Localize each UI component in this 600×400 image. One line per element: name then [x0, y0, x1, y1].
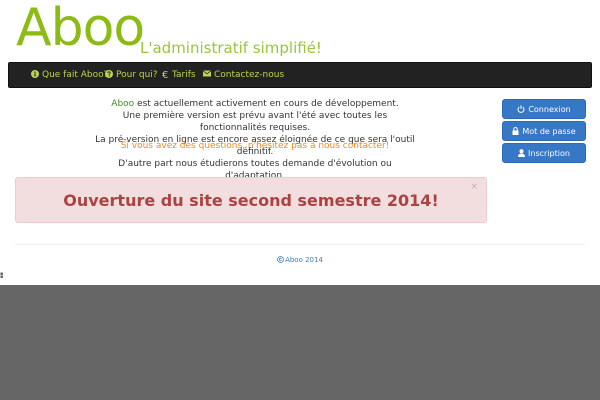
user-icon [518, 149, 526, 157]
info-icon [31, 70, 39, 78]
inscription-button[interactable]: Inscription [502, 143, 586, 163]
nav-item-pour-qui[interactable]: Pour qui? [105, 63, 158, 87]
nav-item-label: Pour qui? [116, 70, 158, 80]
navbar: Que fait Aboo? Pour qui? € Tarifs Contact… [8, 62, 592, 88]
euro-icon: € [162, 70, 169, 81]
contact-link[interactable]: Si vous avez des questions, n'hésitez pa… [95, 140, 415, 152]
contact-paragraph: Si vous avez des questions, n'hésitez pa… [95, 140, 415, 152]
footer: Aboo 2014 [0, 255, 600, 265]
nav-item-tarifs[interactable]: € Tarifs [162, 63, 196, 87]
intro-line-2: Une première version est prévu avant l'é… [122, 111, 388, 133]
inscription-label: Inscription [528, 149, 570, 158]
opening-alert: Ouverture du site second semestre 2014! … [15, 177, 487, 223]
footer-divider [15, 244, 585, 245]
logo[interactable]: Aboo [16, 0, 145, 58]
resize-handle-icon[interactable]: ▪ ▪ [0, 272, 4, 280]
header: Aboo L'administratif simplifié! [0, 0, 600, 62]
footer-copyright[interactable]: Aboo 2014 [285, 256, 323, 264]
envelope-icon [203, 70, 211, 78]
mot-de-passe-label: Mot de passe [522, 127, 576, 136]
copyright-icon [277, 256, 284, 263]
connexion-button[interactable]: Connexion [502, 99, 586, 119]
lock-icon [512, 127, 519, 135]
connexion-label: Connexion [528, 105, 571, 114]
lower-gray-area [0, 285, 600, 400]
question-icon [105, 70, 113, 78]
nav-item-que-fait-aboo[interactable]: Que fait Aboo? [31, 63, 108, 87]
alert-message: Ouverture du site second semestre 2014! [63, 191, 439, 210]
brand-name: Aboo [111, 99, 135, 109]
nav-item-contactez-nous[interactable]: Contactez-nous [203, 63, 284, 87]
nav-item-label: Que fait Aboo? [42, 70, 109, 80]
nav-item-label: Tarifs [172, 70, 196, 80]
tagline: L'administratif simplifié! [140, 39, 322, 57]
alert-close-button[interactable]: × [470, 182, 478, 192]
intro-line-1-text: est actuellement activement en cours de … [134, 99, 399, 109]
mot-de-passe-button[interactable]: Mot de passe [502, 121, 586, 141]
nav-item-label: Contactez-nous [214, 70, 285, 80]
power-icon [517, 105, 525, 113]
intro-line-1: Aboo est actuellement activement en cour… [95, 98, 415, 110]
